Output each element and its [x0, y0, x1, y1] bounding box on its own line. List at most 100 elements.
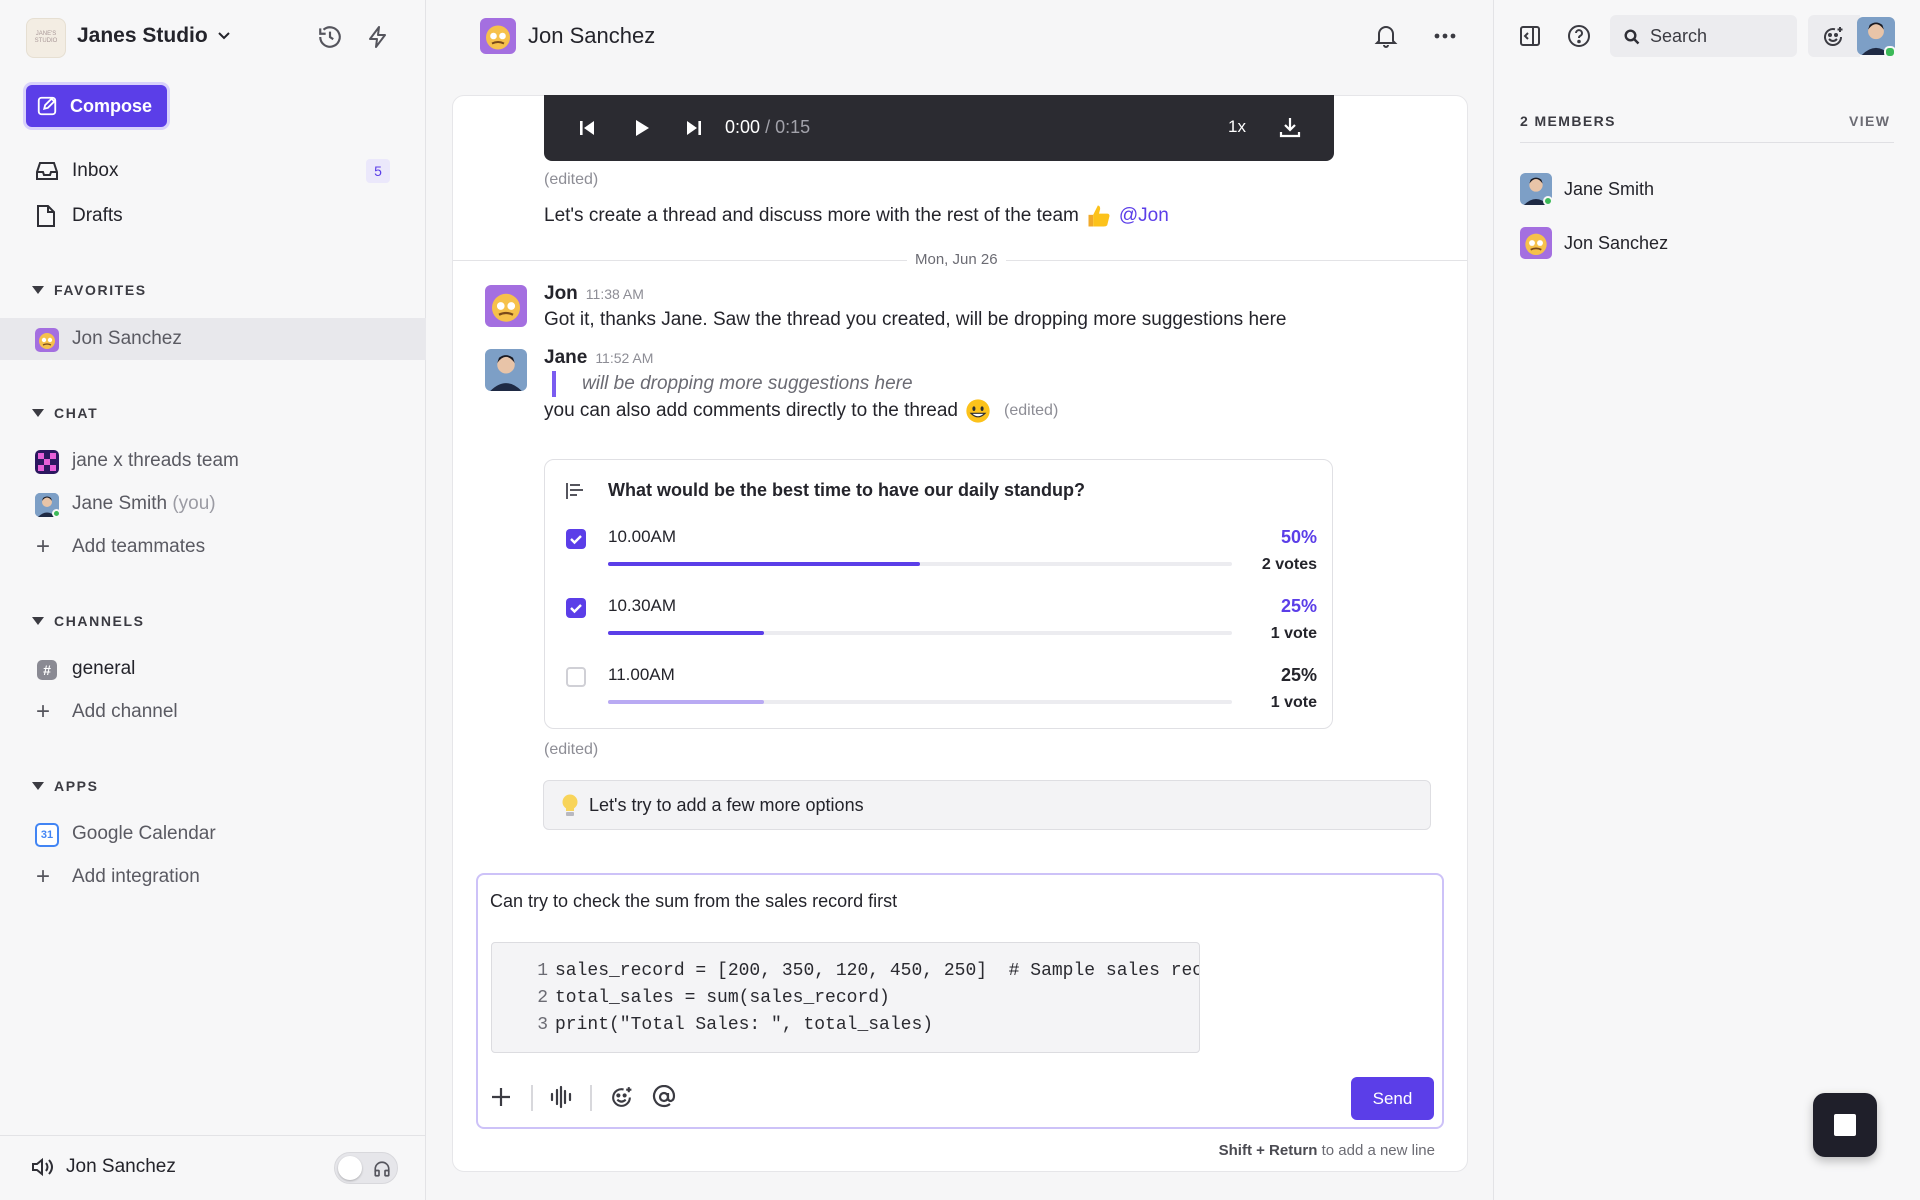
workspace-switcher[interactable]: Janes Studio: [77, 24, 230, 48]
poll-checkbox[interactable]: [566, 667, 586, 687]
jane-avatar: [35, 493, 61, 518]
member-item-jane-smith[interactable]: Jane Smith: [1520, 173, 1654, 206]
poll-progress-fill: [608, 700, 764, 704]
callout-box: Let's try to add a few more options: [543, 780, 1431, 830]
code-block[interactable]: 1 sales_record = [200, 350, 120, 450, 25…: [491, 942, 1200, 1053]
hash-icon: #: [37, 660, 57, 680]
collapse-triangle-icon: [32, 617, 44, 625]
play-icon[interactable]: [634, 118, 650, 138]
toolbar-divider: [531, 1085, 533, 1111]
download-icon[interactable]: [1278, 115, 1302, 139]
headphones-icon: [374, 1161, 390, 1177]
sidebar-item-jon-sanchez[interactable]: Jon Sanchez: [0, 318, 426, 360]
sidebar-item-label: Google Calendar: [72, 823, 216, 844]
skip-back-icon[interactable]: [579, 119, 595, 137]
composer-text[interactable]: Can try to check the sum from the sales …: [490, 891, 897, 912]
history-icon[interactable]: [317, 24, 343, 50]
add-integration-button[interactable]: + Add integration: [0, 856, 426, 898]
poll-progress-track: [608, 700, 1232, 704]
plus-icon: +: [36, 863, 51, 890]
skip-forward-icon[interactable]: [686, 119, 702, 137]
thumbs-up-icon: [1085, 202, 1113, 230]
team-avatar: [35, 450, 59, 474]
edited-label: (edited): [1004, 402, 1059, 419]
mention-icon[interactable]: [652, 1085, 676, 1109]
toolbar-divider: [590, 1085, 592, 1111]
composer-hint: Shift + Return to add a new line: [1062, 1142, 1435, 1159]
message-author[interactable]: Jane: [544, 347, 587, 369]
favorites-section-header[interactable]: FAVORITES: [32, 282, 147, 298]
speaker-icon[interactable]: [30, 1156, 54, 1178]
header-avatar: [480, 18, 516, 54]
inbox-count-badge: 5: [366, 159, 390, 183]
jane-message-avatar[interactable]: [485, 349, 527, 391]
online-status-dot: [52, 509, 61, 518]
toggle-knob: [338, 1156, 362, 1180]
sidebar-item-general[interactable]: # general: [0, 648, 426, 690]
member-item-jon-sanchez[interactable]: Jon Sanchez: [1520, 227, 1668, 259]
code-line-number: 3: [537, 1015, 548, 1035]
nav-drafts[interactable]: Drafts: [0, 195, 426, 237]
channels-section-header[interactable]: CHANNELS: [32, 613, 145, 629]
poll-option-label: 10.00AM: [608, 527, 677, 546]
add-attachment-icon[interactable]: [490, 1086, 512, 1108]
audio-total-time: / 0:15: [765, 117, 811, 137]
jane-message-body: you can also add comments directly to th…: [544, 397, 1058, 425]
channels-title: CHANNELS: [54, 613, 145, 629]
stop-icon: [1834, 1114, 1856, 1136]
help-icon[interactable]: [1567, 24, 1591, 48]
message-time: 11:52 AM: [595, 350, 654, 366]
huddle-toggle[interactable]: [334, 1152, 398, 1184]
playback-speed-button[interactable]: 1x: [1228, 117, 1246, 137]
code-line: sales_record = [200, 350, 120, 450, 250]…: [555, 961, 1200, 981]
chevron-down-icon: [217, 32, 230, 40]
poll-option-percent: 25%: [1280, 665, 1317, 685]
members-title: 2 MEMBERS: [1520, 113, 1616, 129]
poll-option-label: 10.30AM: [608, 596, 677, 615]
sidebar-toggle-icon[interactable]: [1518, 24, 1542, 48]
hint-keys: Shift + Return: [1218, 1142, 1318, 1159]
quoted-text: will be dropping more suggestions here: [552, 371, 913, 397]
compose-label: Compose: [70, 95, 153, 116]
sidebar-item-team-chat[interactable]: jane x threads team: [0, 440, 426, 482]
search-input[interactable]: Search: [1610, 15, 1797, 57]
chat-section-header[interactable]: CHAT: [32, 405, 98, 421]
stop-recording-button[interactable]: [1813, 1093, 1877, 1157]
mention-jon[interactable]: @Jon: [1119, 205, 1169, 227]
nav-inbox[interactable]: Inbox 5: [0, 150, 426, 192]
jon-message-text: Got it, thanks Jane. Saw the thread you …: [544, 309, 1287, 330]
search-icon: [1624, 29, 1640, 45]
code-line-number: 2: [537, 988, 548, 1008]
audio-player: 0:00 / 0:15 1x: [544, 95, 1334, 161]
favorites-title: FAVORITES: [54, 282, 147, 298]
sidebar-item-google-calendar[interactable]: 31 Google Calendar: [0, 813, 426, 855]
add-channel-button[interactable]: + Add channel: [0, 691, 426, 733]
workspace-logo[interactable]: JANE'S STUDIO: [26, 18, 66, 58]
check-icon: [570, 604, 582, 614]
google-calendar-icon: 31: [35, 823, 59, 847]
lightning-icon[interactable]: [366, 24, 390, 50]
add-emoji-icon: [1824, 27, 1843, 46]
bell-icon[interactable]: [1374, 23, 1398, 49]
send-button[interactable]: Send: [1351, 1077, 1434, 1120]
more-options-icon[interactable]: [1434, 32, 1456, 40]
sidebar-item-jane-smith[interactable]: Jane Smith (you): [0, 483, 426, 525]
add-reaction-button[interactable]: [1808, 15, 1860, 57]
poll-checkbox[interactable]: [566, 598, 586, 618]
compose-button[interactable]: Compose: [26, 85, 167, 127]
plus-icon: +: [36, 533, 51, 560]
apps-section-header[interactable]: APPS: [32, 778, 99, 794]
date-divider: Mon, Jun 26: [907, 251, 1006, 268]
view-members-link[interactable]: VIEW: [1849, 113, 1890, 129]
jon-message-avatar[interactable]: [485, 285, 527, 327]
conversation-title: Jon Sanchez: [528, 23, 656, 48]
add-teammates-label: Add teammates: [72, 536, 206, 557]
voice-waveform-icon[interactable]: [549, 1085, 573, 1109]
poll-checkbox[interactable]: [566, 529, 586, 549]
left-sidebar: JANE'S STUDIO Janes Studio Compose Inbox…: [0, 0, 426, 1200]
add-teammates-button[interactable]: + Add teammates: [0, 526, 426, 568]
poll-icon: [566, 483, 583, 499]
message-author[interactable]: Jon: [544, 283, 578, 305]
emoji-picker-icon[interactable]: [609, 1085, 634, 1110]
document-icon: [37, 205, 55, 227]
